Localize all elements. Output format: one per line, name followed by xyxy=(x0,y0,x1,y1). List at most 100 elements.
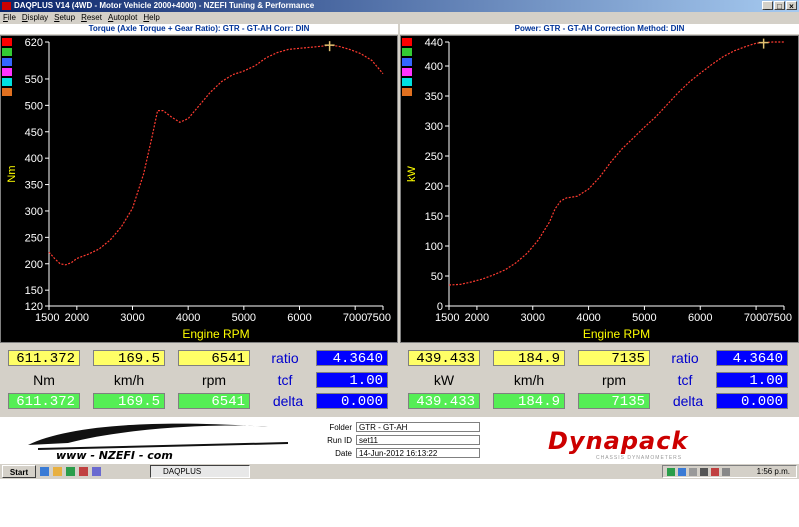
security-icon[interactable] xyxy=(678,468,686,476)
delta-value[interactable]: 0.000 xyxy=(716,393,788,410)
speed-value-top: 169.5 xyxy=(93,350,165,367)
y-tick-label: 350 xyxy=(25,180,43,192)
torque-chart[interactable]: 120 150 200 250 300 350 400 450 500 550 620 1500 200… xyxy=(0,35,398,343)
x-tick-label: 4000 xyxy=(576,312,600,324)
tcf-label: tcf xyxy=(277,372,293,388)
y-tick-label: 200 xyxy=(425,181,443,193)
series-line xyxy=(48,44,384,266)
menu-display[interactable]: Display xyxy=(19,12,51,23)
menu-file[interactable]: File xyxy=(0,12,19,23)
y-axis-label: Nm xyxy=(6,165,18,182)
y-tick-label: 400 xyxy=(425,61,443,73)
rpm-value-bottom: 6541 xyxy=(178,393,250,410)
tcf-value[interactable]: 1.00 xyxy=(316,372,388,389)
volume-icon[interactable] xyxy=(689,468,697,476)
info-strip: www - NZEFI - com Folder GTR - GT-AH Run… xyxy=(0,417,799,463)
x-tick-label: 7500 xyxy=(768,312,792,324)
series-color-swatch[interactable] xyxy=(402,48,412,56)
torque-value-bottom: 611.372 xyxy=(8,393,80,410)
folder-label: Folder xyxy=(329,423,352,432)
y-tick-label: 400 xyxy=(25,153,43,165)
x-tick-label: 2000 xyxy=(65,312,89,324)
y-tick-label: 100 xyxy=(425,241,443,253)
tray-app-icon[interactable] xyxy=(700,468,708,476)
y-tick-label: 620 xyxy=(25,37,43,49)
speed-value-bottom: 169.5 xyxy=(93,393,165,410)
power-chart[interactable]: 0 50 100 150 200 250 300 350 400 440 1500 2000 3000 4… xyxy=(400,35,799,343)
series-color-swatch[interactable] xyxy=(2,58,12,66)
y-tick-label: 150 xyxy=(25,285,43,297)
taskbar-item-daqplus[interactable]: DAQPLUS xyxy=(150,465,250,478)
network-icon[interactable] xyxy=(667,468,675,476)
rpm-unit: rpm xyxy=(201,372,227,388)
menu-help[interactable]: Help xyxy=(140,12,162,23)
dynapack-subtitle: CHASSIS DYNAMOMETERS xyxy=(596,455,683,461)
x-tick-label: 7000 xyxy=(343,312,367,324)
series-color-swatch[interactable] xyxy=(402,38,412,46)
x-tick-label: 1500 xyxy=(35,312,59,324)
dynapack-logo: Dynapack xyxy=(548,427,689,455)
system-tray: 1:56 p.m. xyxy=(662,465,797,478)
series-line xyxy=(448,41,784,286)
series-color-swatch[interactable] xyxy=(2,38,12,46)
run-id-label: Run ID xyxy=(327,436,352,445)
torque-chart-svg: 1201502002503003504004505005506201500 200… xyxy=(6,37,391,341)
x-tick-label: 5000 xyxy=(632,312,656,324)
y-tick-label: 50 xyxy=(431,271,443,283)
ratio-label: ratio xyxy=(271,350,299,366)
power-value-top: 439.433 xyxy=(408,350,480,367)
x-tick-label: 5000 xyxy=(232,312,256,324)
date-label: Date xyxy=(335,449,352,458)
delta-label: delta xyxy=(672,393,704,409)
series-color-swatch[interactable] xyxy=(402,78,412,86)
rpm-unit: rpm xyxy=(601,372,627,388)
torque-readouts: 611.372 169.5 6541 Nm km/h rpm 611.372 1… xyxy=(0,344,399,416)
y-tick-label: 500 xyxy=(25,100,43,112)
power-value-bottom: 439.433 xyxy=(408,393,480,410)
series-color-swatch[interactable] xyxy=(2,48,12,56)
nzefi-logo: www - NZEFI - com xyxy=(28,423,289,461)
y-tick-label: 440 xyxy=(425,37,443,49)
menu-setup[interactable]: Setup xyxy=(51,12,78,23)
ratio-value[interactable]: 4.3640 xyxy=(316,350,388,367)
update-icon[interactable] xyxy=(711,468,719,476)
browser-icon[interactable] xyxy=(92,467,101,476)
torque-unit: Nm xyxy=(33,372,55,388)
y-tick-label: 350 xyxy=(425,91,443,103)
run-id-value: set11 xyxy=(356,435,480,445)
window-title-bar[interactable]: DAQPLUS V14 (4WD - Motor Vehicle 2000+40… xyxy=(0,0,799,12)
printer-icon[interactable] xyxy=(722,468,730,476)
close-button[interactable]: × xyxy=(786,1,797,11)
y-tick-label: 150 xyxy=(425,211,443,223)
minimize-button[interactable]: _ xyxy=(762,1,773,11)
start-button[interactable]: Start xyxy=(2,465,36,478)
empty-area xyxy=(0,479,799,527)
y-tick-label: 250 xyxy=(25,232,43,244)
rpm-value-top: 7135 xyxy=(578,350,650,367)
menu-bar: File Display Setup Reset Autoplot Help xyxy=(0,12,799,23)
delta-value[interactable]: 0.000 xyxy=(316,393,388,410)
series-color-swatch[interactable] xyxy=(2,68,12,76)
x-tick-label: 3000 xyxy=(120,312,144,324)
series-color-swatch[interactable] xyxy=(2,88,12,96)
explorer-icon[interactable] xyxy=(53,467,62,476)
series-color-swatch[interactable] xyxy=(402,88,412,96)
tcf-value[interactable]: 1.00 xyxy=(716,372,788,389)
nzefi-logo-text: www - NZEFI - com xyxy=(56,449,173,461)
desktop-icon[interactable] xyxy=(40,467,49,476)
x-tick-label: 7000 xyxy=(744,312,768,324)
media-icon[interactable] xyxy=(66,467,75,476)
window-title: DAQPLUS V14 (4WD - Motor Vehicle 2000+40… xyxy=(14,1,315,10)
app-quick-icon[interactable] xyxy=(79,467,88,476)
torque-value-top: 611.372 xyxy=(8,350,80,367)
series-color-swatch[interactable] xyxy=(402,58,412,66)
tcf-label: tcf xyxy=(677,372,693,388)
maximize-button[interactable]: □ xyxy=(774,1,785,11)
ratio-value[interactable]: 4.3640 xyxy=(716,350,788,367)
series-color-swatch[interactable] xyxy=(2,78,12,86)
menu-reset[interactable]: Reset xyxy=(78,12,105,23)
series-color-swatch[interactable] xyxy=(402,68,412,76)
menu-autoplot[interactable]: Autoplot xyxy=(105,12,140,23)
x-axis-label: Engine RPM xyxy=(583,327,650,341)
y-tick-label: 200 xyxy=(25,259,43,271)
